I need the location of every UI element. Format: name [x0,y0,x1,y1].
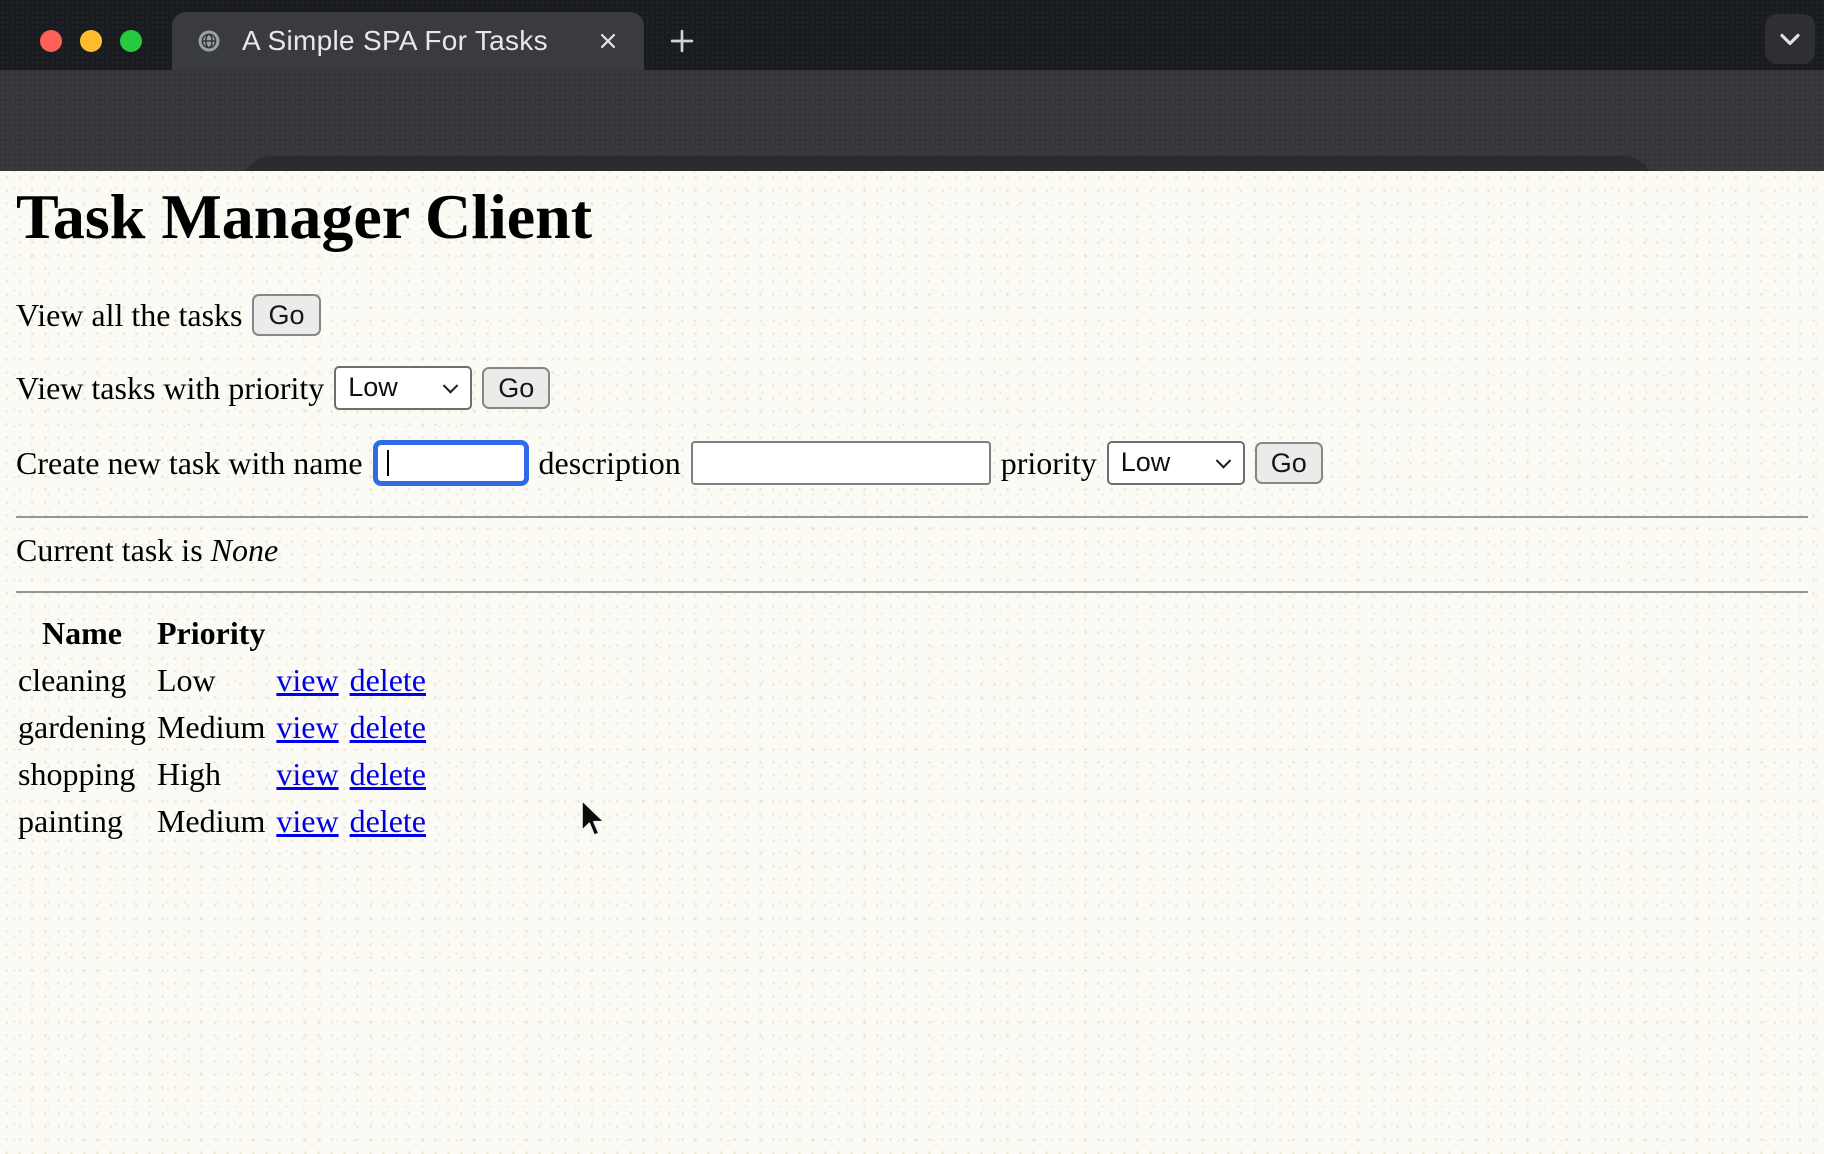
task-priority-cell: Medium [157,705,274,750]
task-name-inputwrap [373,440,529,486]
tab-search-button[interactable] [1765,14,1815,64]
header-priority: Priority [157,611,274,656]
table-header-row: Name Priority [18,611,435,656]
view-priority-label: View tasks with priority [16,370,324,407]
view-all-label: View all the tasks [16,297,242,334]
divider-bottom [16,591,1808,593]
new-tab-button[interactable] [662,21,702,61]
task-name-cell: gardening [18,705,155,750]
task-name-cell: painting [18,799,155,844]
table-row: gardening Medium view delete [18,705,435,750]
table-row: shopping High view delete [18,752,435,797]
task-name-cell: shopping [18,752,155,797]
divider-top [16,516,1808,518]
window-close-button[interactable] [40,30,62,52]
create-task-row: Create new task with name description pr… [16,440,1808,486]
tab-close-icon[interactable] [588,21,628,61]
tab-strip: A Simple SPA For Tasks [0,0,1824,70]
view-link[interactable]: view [276,803,338,839]
current-task-line: Current task is None [16,532,1808,569]
table-row: cleaning Low view delete [18,658,435,703]
view-all-row: View all the tasks Go [16,294,1808,336]
table-row: painting Medium view delete [18,799,435,844]
view-priority-go-button[interactable]: Go [482,367,550,409]
window-minimize-button[interactable] [80,30,102,52]
task-priority-cell: Medium [157,799,274,844]
delete-link[interactable]: delete [350,709,426,745]
delete-link[interactable]: delete [350,803,426,839]
priority-filter-select[interactable]: Low [334,366,472,410]
text-caret [387,450,389,476]
browser-toolbar: localhost:8080/static/index.html [0,70,1824,171]
new-task-priority-select[interactable]: Low [1107,441,1245,485]
page-content: Task Manager Client View all the tasks G… [0,171,1824,1154]
task-name-cell: cleaning [18,658,155,703]
page-title: Task Manager Client [16,183,1808,250]
browser-window: A Simple SPA For Tasks localhost:8080/st… [0,0,1824,1154]
window-zoom-button[interactable] [120,30,142,52]
browser-tab[interactable]: A Simple SPA For Tasks [172,12,644,70]
view-all-go-button[interactable]: Go [252,294,320,336]
header-name: Name [18,611,155,656]
task-priority-cell: Low [157,658,274,703]
header-empty [276,611,347,656]
chevron-down-icon [1770,19,1810,59]
current-task-prefix: Current task is [16,532,203,568]
view-link[interactable]: view [276,756,338,792]
new-task-priority-selectwrap: Low [1107,441,1245,485]
view-priority-row: View tasks with priority Low Go [16,366,1808,410]
tab-title: A Simple SPA For Tasks [242,25,588,57]
create-task-go-button[interactable]: Go [1255,442,1323,484]
view-link[interactable]: view [276,662,338,698]
header-empty [350,611,435,656]
task-description-input[interactable] [691,441,991,485]
delete-link[interactable]: delete [350,662,426,698]
create-task-label: Create new task with name [16,445,363,482]
description-label: description [539,445,681,482]
task-priority-cell: High [157,752,274,797]
task-name-input[interactable] [373,440,529,486]
globe-favicon-icon [194,26,224,56]
priority-filter-selectwrap: Low [334,366,472,410]
delete-link[interactable]: delete [350,756,426,792]
current-task-value: None [211,532,279,568]
priority-label: priority [1001,445,1097,482]
view-link[interactable]: view [276,709,338,745]
tasks-table: Name Priority cleaning Low view delete g… [16,609,437,846]
